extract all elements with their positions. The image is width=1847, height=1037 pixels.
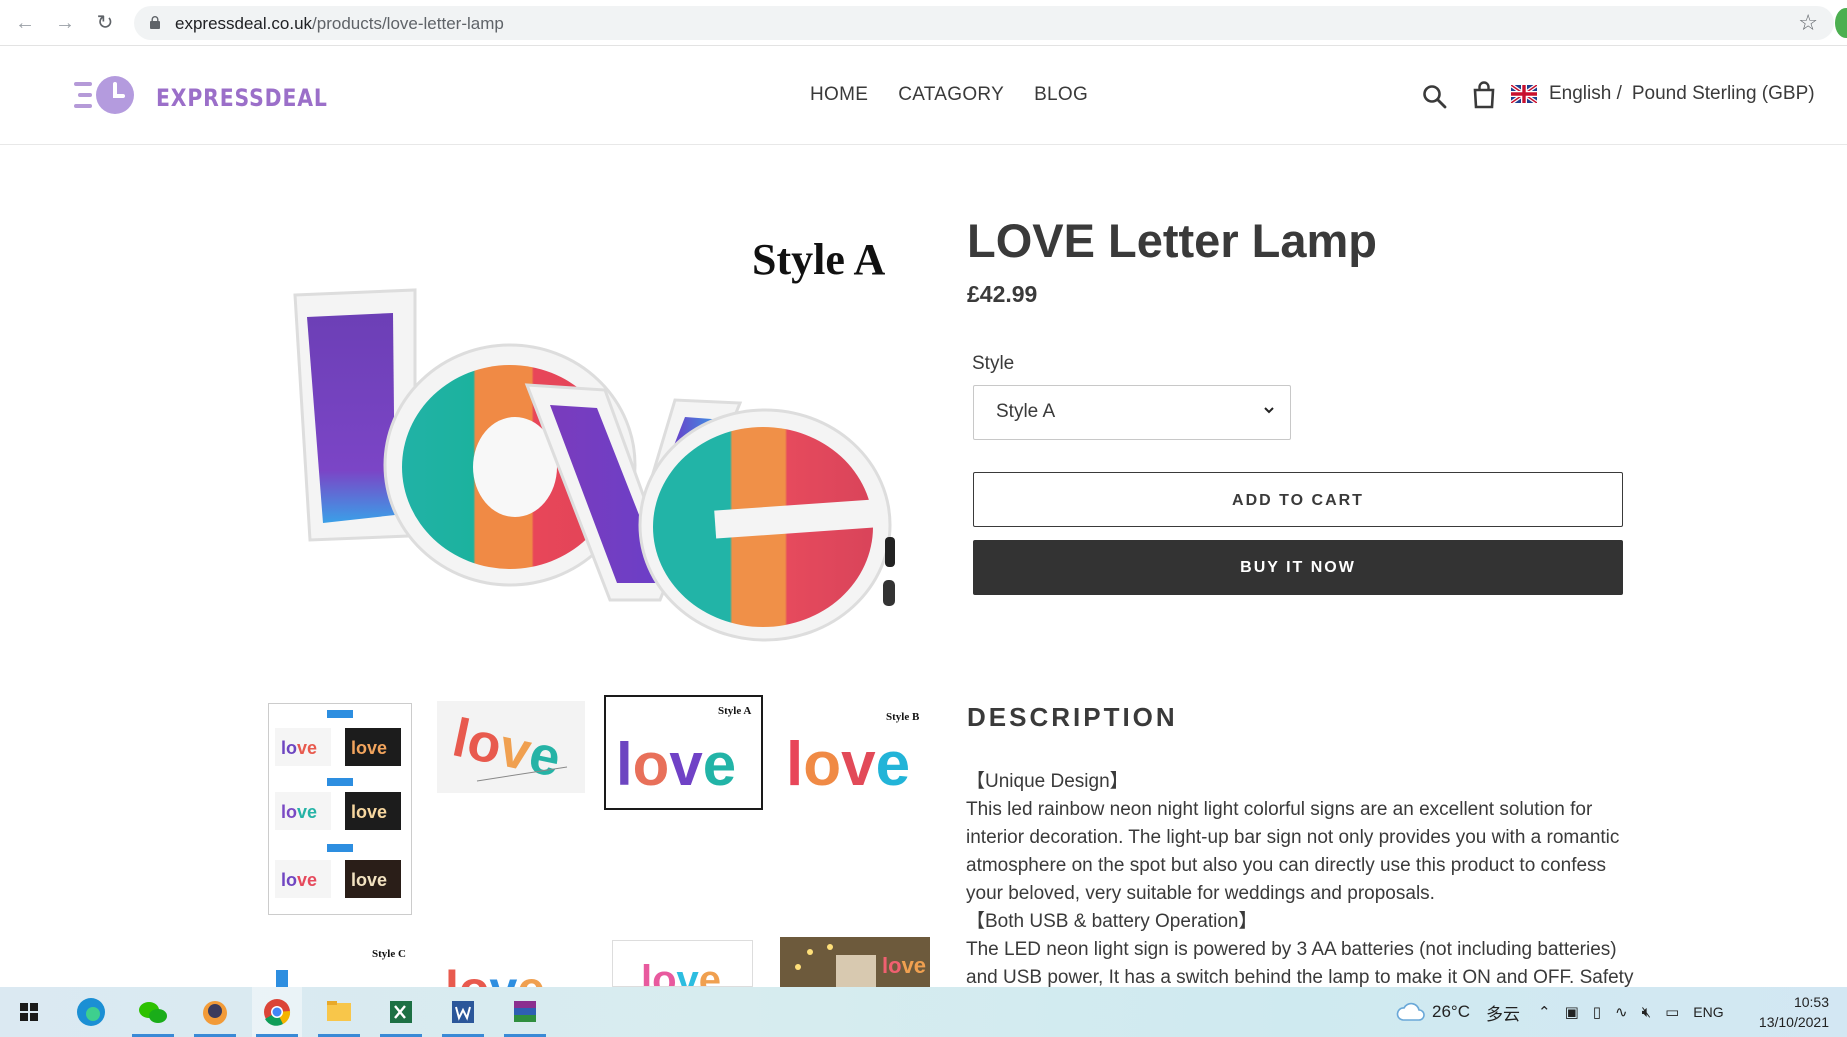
menu-category[interactable]: CATAGORY bbox=[898, 84, 1004, 106]
svg-text:love: love bbox=[351, 870, 387, 890]
lock-icon bbox=[150, 16, 160, 29]
locale-selector[interactable]: English / Pound Sterling (GBP) bbox=[1511, 83, 1815, 105]
taskbar-edge[interactable] bbox=[66, 987, 116, 1037]
thumbnail-5[interactable]: Style C bbox=[268, 940, 412, 987]
svg-text:love: love bbox=[882, 953, 926, 978]
start-button[interactable] bbox=[4, 987, 54, 1037]
weather-temp: 26°C bbox=[1432, 1002, 1470, 1021]
thumbnail-7-image: love bbox=[641, 958, 721, 987]
description-paragraph: 【Both USB & battery Operation】 bbox=[966, 911, 1258, 932]
style-select-value: Style A bbox=[996, 401, 1056, 422]
os-taskbar: 26°C 多云 ⌃ ▣ ▯ ∿ 🔇︎ ▭ ENG 10:53 13/10/202… bbox=[0, 987, 1847, 1037]
thumbnail-6-image: love bbox=[445, 961, 545, 987]
wifi-icon[interactable]: ∿ bbox=[1615, 1003, 1628, 1021]
taskbar-chrome[interactable] bbox=[252, 987, 302, 1037]
product-description: 【Unique Design】 This led rainbow neon ni… bbox=[966, 768, 1646, 992]
browser-toolbar: ← → ↻ expressdeal.co.uk/products/love-le… bbox=[0, 0, 1847, 46]
main-menu: HOME CATAGORY BLOG bbox=[810, 84, 1088, 106]
bookmark-star-icon[interactable]: ☆ bbox=[1798, 10, 1818, 36]
taskbar-winrar[interactable] bbox=[500, 987, 550, 1037]
description-paragraph: 【Unique Design】 bbox=[966, 771, 1129, 792]
style-option-label: Style bbox=[972, 353, 1015, 374]
chevron-up-icon[interactable]: ⌃ bbox=[1538, 1003, 1551, 1021]
svg-text:love: love bbox=[351, 802, 387, 822]
thumbnail-comparison-image: love love love love love love bbox=[275, 710, 401, 898]
thumbnail-3-selected[interactable]: Style A love bbox=[604, 695, 763, 810]
forward-icon[interactable]: → bbox=[52, 10, 78, 36]
word-icon bbox=[452, 1001, 474, 1023]
folder-icon bbox=[327, 1001, 351, 1021]
product-price: £42.99 bbox=[967, 281, 1038, 307]
taskbar-app-avatar[interactable] bbox=[190, 987, 240, 1037]
taskbar-word[interactable] bbox=[438, 987, 488, 1037]
profile-avatar[interactable] bbox=[1835, 8, 1847, 38]
language-label: English / bbox=[1549, 83, 1622, 104]
back-icon[interactable]: ← bbox=[12, 10, 38, 36]
clock-time: 10:53 bbox=[1793, 994, 1829, 1010]
main-image-caption: Style A bbox=[752, 235, 886, 284]
address-bar[interactable]: expressdeal.co.uk/products/love-letter-l… bbox=[134, 6, 1834, 40]
svg-text:love: love bbox=[281, 738, 317, 758]
archive-icon bbox=[514, 1001, 536, 1022]
style-select[interactable]: Style A bbox=[973, 385, 1291, 440]
buy-it-now-button[interactable]: BUY IT NOW bbox=[973, 540, 1623, 595]
description-heading: DESCRIPTION bbox=[967, 702, 1178, 732]
url-text: expressdeal.co.uk/products/love-letter-l… bbox=[175, 14, 504, 33]
usb-device-icon[interactable]: ▯ bbox=[1593, 1003, 1601, 1021]
taskbar-wechat[interactable] bbox=[128, 987, 178, 1037]
svg-text:love: love bbox=[786, 730, 910, 799]
edge-icon bbox=[77, 998, 105, 1026]
windows-logo-icon bbox=[20, 1003, 38, 1021]
thumbnail-8[interactable]: love bbox=[780, 937, 930, 987]
penguin-app-icon bbox=[203, 1001, 227, 1025]
product-title: LOVE Letter Lamp bbox=[967, 214, 1378, 267]
weather-widget[interactable]: 26°C 多云 bbox=[1396, 987, 1520, 1037]
thumbnail-6[interactable]: love bbox=[437, 938, 585, 987]
input-language[interactable]: ENG bbox=[1693, 1004, 1723, 1020]
clock-date: 13/10/2021 bbox=[1758, 1014, 1829, 1030]
svg-text:love: love bbox=[445, 961, 545, 987]
thumbnail-2[interactable]: love bbox=[437, 701, 585, 793]
description-paragraph: This led rainbow neon night light colorf… bbox=[966, 799, 1620, 904]
cart-bag-icon[interactable] bbox=[1472, 81, 1496, 109]
weather-desc: 多云 bbox=[1485, 1004, 1520, 1024]
network-adapter-icon[interactable]: ▣ bbox=[1565, 1003, 1579, 1021]
speaker-muted-icon[interactable]: 🔇︎ bbox=[1642, 1004, 1651, 1021]
site-header: EXPRESSDEAL HOME CATAGORY BLOG English /… bbox=[0, 46, 1847, 145]
system-tray: ⌃ ▣ ▯ ∿ 🔇︎ ▭ ENG bbox=[1538, 987, 1724, 1037]
svg-text:love: love bbox=[281, 870, 317, 890]
svg-text:love: love bbox=[281, 802, 317, 822]
wechat-icon bbox=[139, 1002, 167, 1023]
site-logo[interactable]: EXPRESSDEAL bbox=[72, 74, 327, 118]
logo-clock-icon bbox=[74, 76, 134, 114]
excel-icon bbox=[390, 1001, 412, 1023]
thumbnail-1[interactable]: love love love love love love bbox=[268, 703, 412, 915]
chrome-icon bbox=[264, 999, 291, 1026]
clock[interactable]: 10:53 13/10/2021 bbox=[1759, 992, 1829, 1032]
taskbar-file-explorer[interactable] bbox=[314, 987, 364, 1037]
cloud-icon bbox=[1396, 1002, 1425, 1021]
add-to-cart-button[interactable]: ADD TO CART bbox=[973, 472, 1623, 527]
battery-icon[interactable]: ▭ bbox=[1665, 1003, 1679, 1021]
svg-text:love: love bbox=[641, 958, 721, 987]
chevron-down-icon bbox=[1264, 407, 1274, 414]
svg-text:love: love bbox=[616, 731, 736, 798]
svg-text:love: love bbox=[351, 738, 387, 758]
description-paragraph: The LED neon light sign is powered by 3 … bbox=[966, 939, 1634, 988]
thumbnail-dimensions-image: love bbox=[448, 708, 568, 789]
thumbnail-4[interactable]: Style B love bbox=[780, 703, 930, 807]
menu-blog[interactable]: BLOG bbox=[1034, 84, 1088, 106]
uk-flag-icon bbox=[1511, 85, 1537, 103]
thumbnail-8-image: love bbox=[795, 944, 926, 987]
menu-home[interactable]: HOME bbox=[810, 84, 868, 106]
thumbnail-7[interactable]: love bbox=[612, 940, 753, 987]
reload-icon[interactable]: ↻ bbox=[92, 10, 118, 36]
taskbar-excel[interactable] bbox=[376, 987, 426, 1037]
search-icon[interactable] bbox=[1422, 84, 1448, 110]
currency-label: Pound Sterling (GBP) bbox=[1631, 83, 1815, 104]
logo-text: EXPRESSDEAL bbox=[156, 84, 328, 112]
